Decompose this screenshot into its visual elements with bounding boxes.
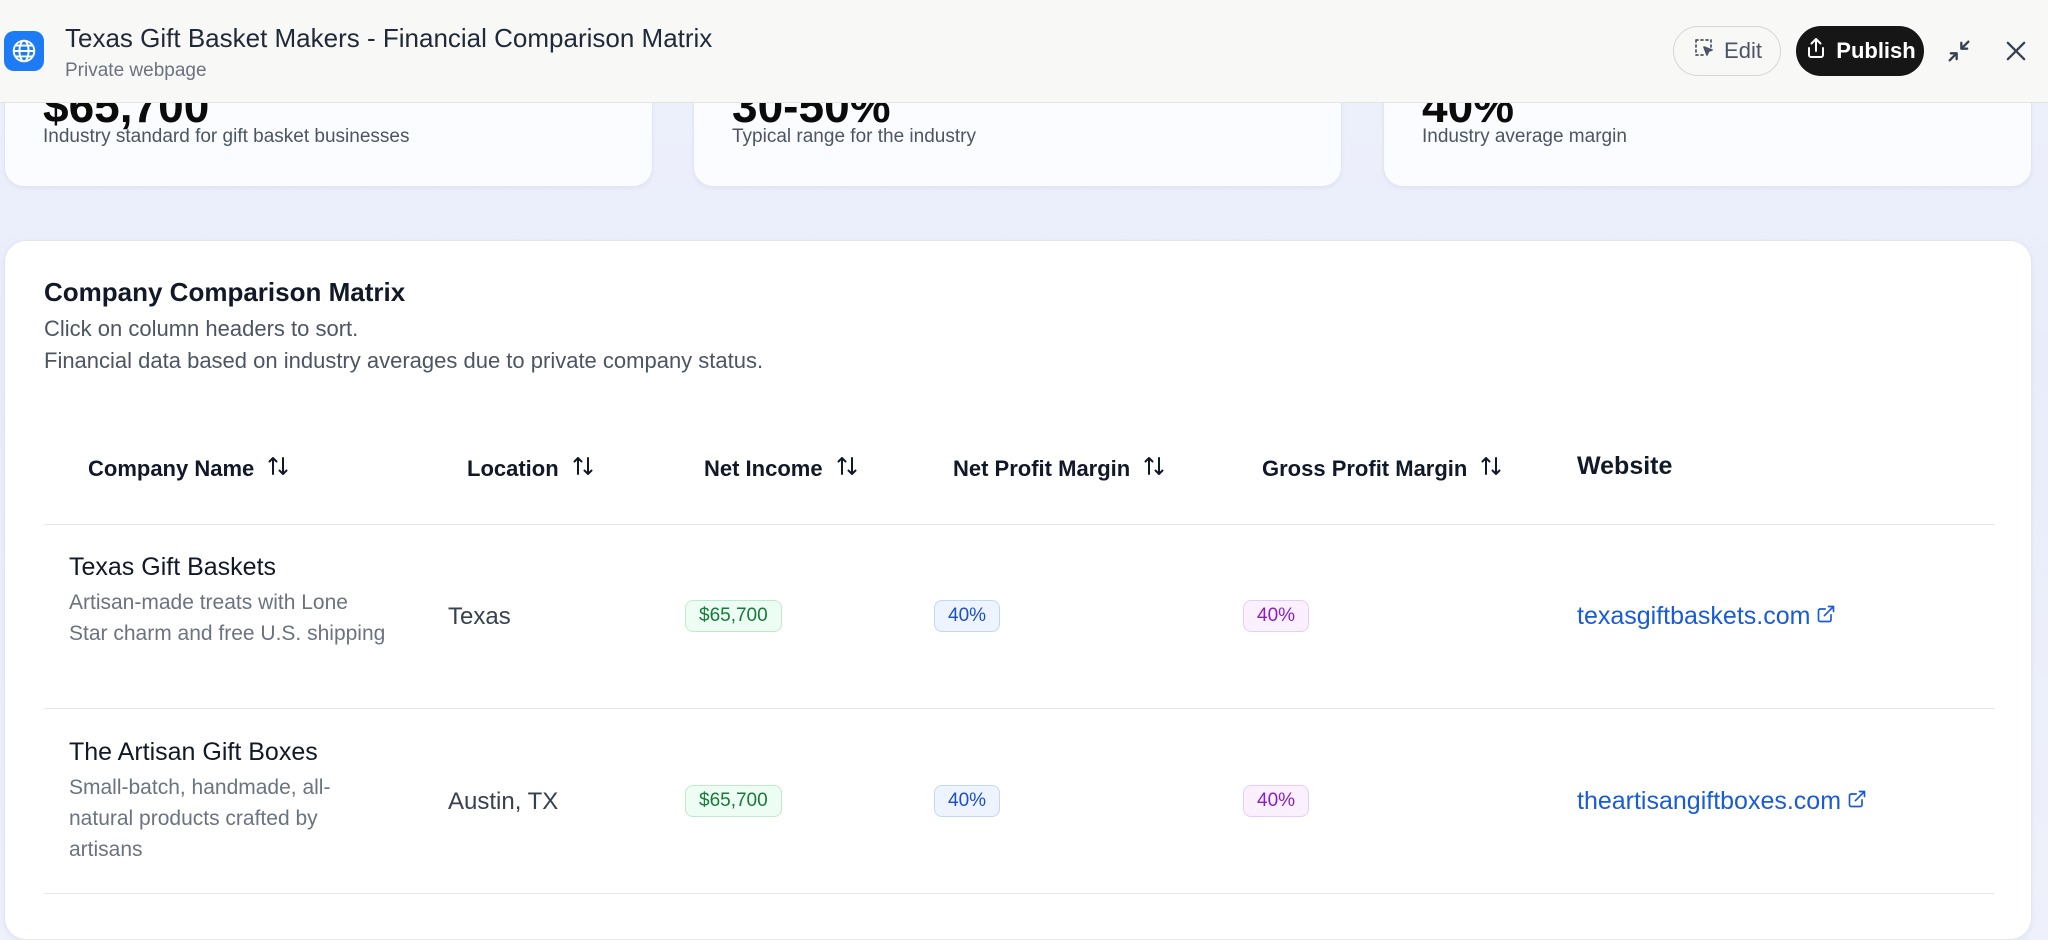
net-margin-badge: 40%	[934, 600, 1001, 632]
edit-button[interactable]: Edit	[1673, 26, 1781, 76]
gross-margin-badge: 40%	[1243, 785, 1310, 817]
external-link-icon	[1847, 787, 1867, 816]
gross-margin-badge: 40%	[1243, 600, 1310, 632]
stat-description: Industry average margin	[1422, 126, 1627, 147]
matrix-title: Company Comparison Matrix	[44, 277, 406, 307]
matrix-sort-hint: Click on column headers to sort.	[44, 316, 359, 341]
header-label: Website	[1577, 452, 1673, 480]
website-label: texasgiftbaskets.com	[1577, 602, 1811, 630]
sort-arrows-icon	[835, 454, 859, 484]
header-label: Net Profit Margin	[953, 456, 1131, 481]
page-title: Texas Gift Basket Makers - Financial Com…	[65, 23, 713, 53]
publish-button[interactable]: Publish	[1796, 26, 1924, 76]
net-income-badge: $65,700	[685, 600, 782, 632]
sort-arrows-icon	[1142, 454, 1166, 484]
header-company-name[interactable]: Company Name	[88, 454, 290, 484]
sort-arrows-icon	[571, 454, 595, 484]
row-divider	[44, 708, 1994, 709]
company-name: Texas Gift Baskets	[69, 553, 277, 581]
top-bar: Texas Gift Basket Makers - Financial Com…	[0, 0, 2048, 103]
comparison-matrix-panel: Company Comparison Matrix Click on colum…	[4, 240, 2032, 940]
row-divider	[44, 893, 1994, 894]
header-label: Company Name	[88, 456, 255, 481]
website-label: theartisangiftboxes.com	[1577, 787, 1842, 815]
company-location: Austin, TX	[448, 788, 559, 815]
header-website: Website	[1577, 452, 1672, 481]
stat-description: Industry standard for gift basket busine…	[43, 126, 410, 147]
header-divider	[44, 524, 1994, 525]
minimize-icon[interactable]	[1941, 33, 1977, 69]
company-location: Texas	[448, 603, 511, 630]
header-gross-profit-margin[interactable]: Gross Profit Margin	[1262, 454, 1503, 484]
share-upload-icon	[1804, 36, 1828, 66]
header-label: Location	[467, 456, 559, 481]
website-link[interactable]: theartisangiftboxes.com	[1577, 787, 1867, 816]
company-description: Artisan-made treats with Lone Star charm…	[69, 591, 386, 645]
external-link-icon	[1816, 602, 1836, 631]
header-net-income[interactable]: Net Income	[704, 454, 859, 484]
sort-arrows-icon	[1479, 454, 1503, 484]
publish-label: Publish	[1836, 38, 1916, 63]
edit-label: Edit	[1724, 38, 1762, 63]
stat-description: Typical range for the industry	[732, 126, 976, 147]
close-icon[interactable]	[1998, 33, 2034, 69]
company-description: Small-batch, handmade, all-natural produ…	[69, 776, 331, 861]
header-net-profit-margin[interactable]: Net Profit Margin	[953, 454, 1166, 484]
website-link[interactable]: texasgiftbaskets.com	[1577, 602, 1836, 631]
header-label: Gross Profit Margin	[1262, 456, 1468, 481]
net-margin-badge: 40%	[934, 785, 1001, 817]
net-income-badge: $65,700	[685, 785, 782, 817]
page-subtitle: Private webpage	[65, 60, 207, 81]
header-location[interactable]: Location	[467, 454, 595, 484]
header-label: Net Income	[704, 456, 823, 481]
edit-select-icon	[1692, 36, 1716, 66]
globe-icon	[4, 31, 44, 71]
sort-arrows-icon	[266, 454, 290, 484]
company-name: The Artisan Gift Boxes	[69, 738, 318, 766]
matrix-data-note: Financial data based on industry average…	[44, 348, 764, 373]
